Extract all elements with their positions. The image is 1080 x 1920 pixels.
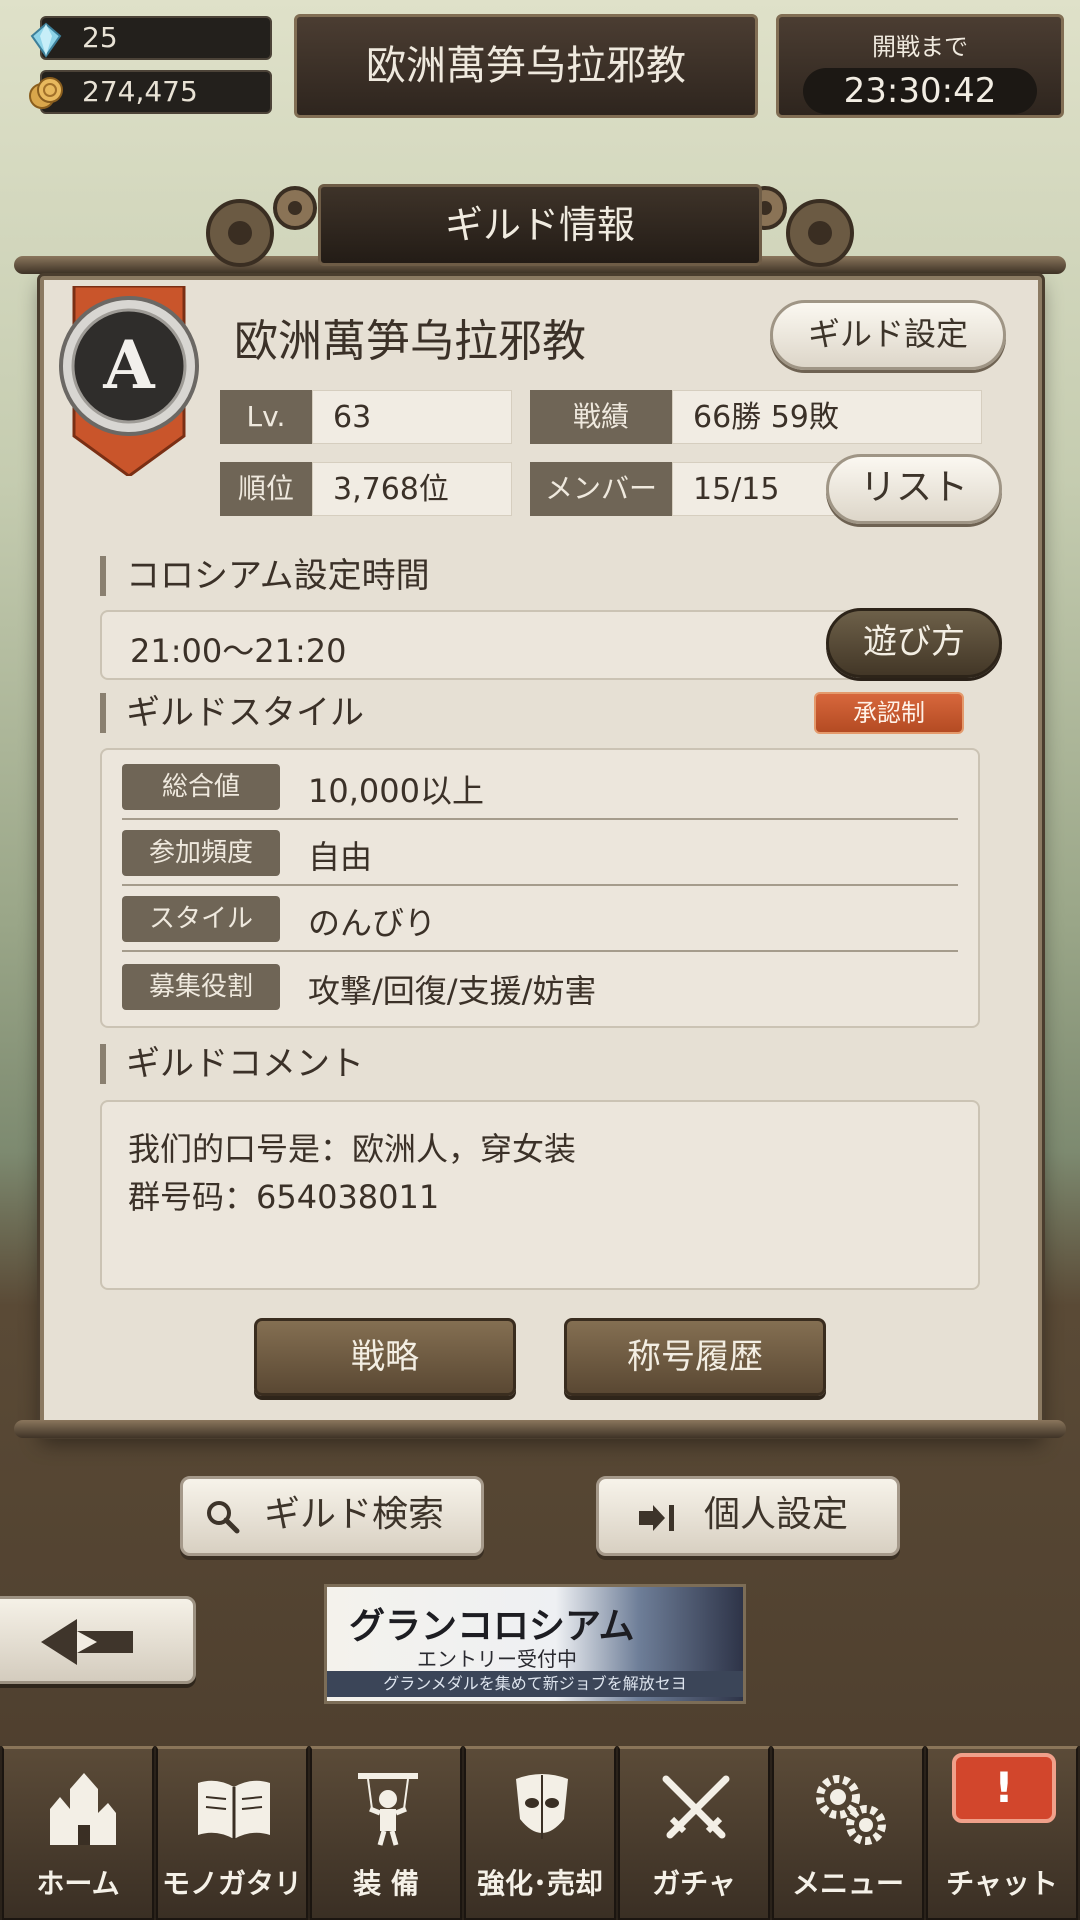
divider — [122, 818, 958, 820]
record-value: 66勝 59敗 — [672, 390, 982, 444]
record-stat: 戦績 66勝 59敗 — [530, 390, 982, 444]
gear-decoration-left — [206, 186, 317, 267]
style-row-style: スタイル のんびり — [122, 888, 958, 952]
style-row-frequency: 参加頻度 自由 — [122, 822, 958, 886]
emblem-letter: A — [102, 326, 155, 404]
nav-enhance-sell-label: 強化･売却 — [476, 1867, 603, 1900]
style-row-total: 総合値 10,000以上 — [122, 756, 958, 820]
guild-style-box: 総合値 10,000以上 参加頻度 自由 スタイル のんびり 募集役割 攻撃/回… — [100, 748, 980, 1028]
guild-search-button[interactable]: ギルド検索 — [180, 1476, 484, 1556]
gem-icon — [30, 22, 62, 58]
comment-line-1: 我们的口号是：欧洲人，穿女装 — [128, 1130, 577, 1168]
rank-label: 順位 — [220, 462, 312, 516]
guild-title-plate: 欧洲萬笋乌拉邪教 — [294, 14, 758, 118]
style-label: 募集役割 — [122, 964, 280, 1010]
rank-value: 3,768位 — [312, 462, 512, 516]
nav-enhance-sell[interactable]: 強化･売却 — [464, 1746, 616, 1920]
nav-chat-label: チャット — [946, 1867, 1058, 1900]
countdown-label: 開戦まで — [872, 33, 968, 61]
level-stat: Lv. 63 — [220, 390, 512, 444]
nav-story-label: モノガタリ — [161, 1867, 302, 1900]
style-value: 攻撃/回復/支援/妨害 — [308, 972, 597, 1010]
banner-subtitle: エントリー受付中 — [417, 1647, 577, 1671]
nav-home-label: ホーム — [36, 1867, 120, 1900]
battle-countdown: 開戦まで 23:30:42 — [776, 14, 1064, 118]
personal-settings-button[interactable]: 個人設定 — [596, 1476, 900, 1556]
approval-badge: 承認制 — [814, 692, 964, 734]
nav-menu-label: メニュー — [791, 1867, 904, 1900]
nav-gacha[interactable]: ガチャ — [618, 1746, 770, 1920]
gem-counter: 25 — [30, 16, 272, 60]
level-label: Lv. — [220, 390, 312, 444]
mask-icon — [516, 1774, 568, 1839]
castle-icon — [50, 1773, 116, 1845]
gran-colosseum-banner[interactable]: グランコロシアム エントリー受付中 グランメダルを集めて新ジョブを解放セヨ — [324, 1584, 746, 1704]
gears-icon — [816, 1775, 886, 1845]
exit-arrow-icon — [639, 1505, 674, 1531]
nav-menu[interactable]: メニュー — [772, 1746, 924, 1920]
style-row-roles: 募集役割 攻撃/回復/支援/妨害 — [122, 956, 958, 1020]
panel-header: ギルド情報 — [318, 184, 762, 266]
scroll-rod-bottom — [14, 1420, 1066, 1438]
banner-footer: グランメダルを集めて新ジョブを解放セヨ — [327, 1671, 743, 1697]
banner-title: グランコロシアム — [349, 1605, 635, 1647]
guild-comment-box: 我们的口号是：欧洲人，穿女装 群号码：654038011 — [100, 1100, 980, 1290]
divider — [122, 884, 958, 886]
level-value: 63 — [312, 390, 512, 444]
chat-alert-icon: ! — [952, 1753, 1056, 1823]
members-label: メンバー — [530, 462, 672, 516]
bottom-navigation: ホーム モノガタリ 装 備 強化･売却 ガチャ メニュー ! チャット — [0, 1746, 1080, 1920]
nav-home[interactable]: ホーム — [2, 1746, 154, 1920]
nav-gacha-label: ガチャ — [652, 1867, 736, 1900]
nav-equipment-label: 装 備 — [353, 1867, 419, 1900]
colosseum-time: 21:00～21:20 — [130, 632, 347, 670]
members-stat: メンバー 15/15 — [530, 462, 860, 516]
coin-counter: 274,475 — [29, 70, 272, 114]
search-icon — [207, 1501, 240, 1534]
style-label: スタイル — [122, 896, 280, 942]
title-history-button[interactable]: 称号履歴 — [564, 1318, 826, 1396]
member-list-button[interactable]: リスト — [826, 454, 1002, 524]
nav-chat[interactable]: ! チャット — [926, 1746, 1078, 1920]
comment-line-2: 群号码：654038011 — [128, 1178, 440, 1216]
book-icon — [198, 1780, 270, 1839]
record-label: 戦績 — [530, 390, 672, 444]
divider — [122, 950, 958, 952]
back-button[interactable] — [0, 1596, 196, 1684]
guild-settings-button[interactable]: ギルド設定 — [770, 300, 1006, 370]
coin-icon — [29, 77, 63, 109]
nav-story[interactable]: モノガタリ — [156, 1746, 308, 1920]
colosseum-time-title: コロシアム設定時間 — [100, 556, 430, 596]
style-value: 10,000以上 — [308, 772, 484, 810]
guild-search-label: ギルド検索 — [263, 1494, 444, 1535]
strategy-button[interactable]: 戦略 — [254, 1318, 516, 1396]
style-label: 総合値 — [122, 764, 280, 810]
style-label: 参加頻度 — [122, 830, 280, 876]
puppet-icon — [358, 1773, 418, 1846]
guild-rank-emblem: A — [59, 286, 199, 476]
guild-comment-title: ギルドコメント — [100, 1044, 364, 1084]
howto-button[interactable]: 遊び方 — [826, 608, 1002, 678]
guild-style-title: ギルドスタイル — [100, 693, 364, 733]
guild-name: 欧洲萬笋乌拉邪教 — [234, 316, 586, 367]
nav-equipment[interactable]: 装 備 — [310, 1746, 462, 1920]
style-value: のんびり — [308, 904, 437, 942]
coin-count: 274,475 — [82, 75, 198, 108]
crossed-swords-icon — [662, 1775, 730, 1839]
back-arrow-icon — [41, 1619, 133, 1665]
gem-count: 25 — [82, 21, 118, 54]
countdown-time: 23:30:42 — [803, 68, 1037, 114]
rank-stat: 順位 3,768位 — [220, 462, 512, 516]
style-value: 自由 — [308, 838, 373, 876]
